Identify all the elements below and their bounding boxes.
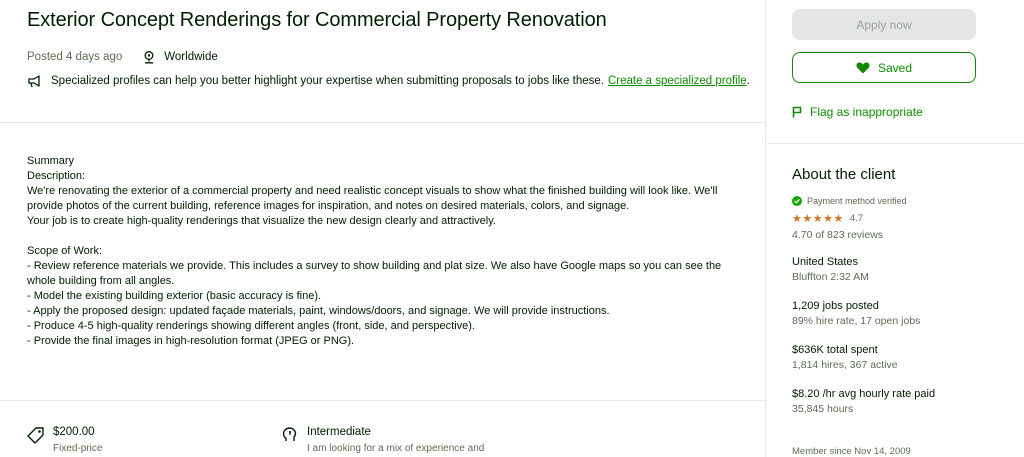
description-line: whole building from all angles. xyxy=(27,275,175,287)
experience-level: Intermediate I am looking for a mix of e… xyxy=(281,426,484,454)
price-tag-icon xyxy=(27,426,47,449)
heart-icon xyxy=(856,62,870,73)
description-line: - Model the existing building exterior (… xyxy=(27,290,322,302)
client-jobs: 1,209 jobs posted 89% hire rate, 17 open… xyxy=(792,300,920,327)
client-local-time: Bluffton 2:32 AM xyxy=(792,271,869,283)
section-divider xyxy=(0,400,766,401)
about-client-heading: About the client xyxy=(792,166,896,183)
location-label: Worldwide xyxy=(164,51,218,63)
payment-verified: Payment method verified xyxy=(792,196,907,206)
location: Worldwide xyxy=(142,50,218,64)
client-country: United States xyxy=(792,256,859,268)
brain-icon xyxy=(281,426,301,449)
hires-count: 1,814 hires, 367 active xyxy=(792,359,898,371)
client-location: United States Bluffton 2:32 AM xyxy=(792,256,869,283)
rating-value: 4.7 xyxy=(849,213,864,224)
flag-icon xyxy=(792,106,802,118)
sidebar-divider xyxy=(767,143,1024,144)
megaphone-icon xyxy=(28,75,40,88)
description-line: Description: xyxy=(27,170,86,182)
description-line: - Apply the proposed design: updated faç… xyxy=(27,305,610,317)
job-details-panel: Exterior Concept Renderings for Commerci… xyxy=(0,0,766,457)
level-value: Intermediate xyxy=(307,426,371,438)
job-sidebar: Apply now Saved Flag as inappropriate Ab… xyxy=(767,0,1024,457)
jobs-posted: 1,209 jobs posted xyxy=(792,300,879,312)
description-line: - Provide the final images in high-resol… xyxy=(27,335,355,347)
description-line: provide photos of the current building, … xyxy=(27,200,630,212)
payment-label: Payment method verified xyxy=(807,196,907,206)
flag-inappropriate-link[interactable]: Flag as inappropriate xyxy=(792,105,923,119)
verified-check-icon xyxy=(792,196,802,206)
rating-stars-icon: ★★★★★ xyxy=(792,213,844,225)
member-since: Member since Nov 14, 2009 xyxy=(792,446,911,457)
budget-info: $200.00 Fixed-price xyxy=(27,426,102,454)
job-description: Summary Description: We're renovating th… xyxy=(27,154,747,349)
level-description: I am looking for a mix of experience and xyxy=(307,443,485,454)
budget-amount: $200.00 xyxy=(53,426,95,438)
job-title: Exterior Concept Renderings for Commerci… xyxy=(27,9,607,31)
reviews-count: 4.70 of 823 reviews xyxy=(792,229,884,241)
saved-button[interactable]: Saved xyxy=(792,52,976,83)
client-rating: ★★★★★ 4.7 xyxy=(792,212,863,225)
location-pin-icon xyxy=(144,51,154,64)
total-spent: $636K total spent xyxy=(792,344,878,356)
saved-label: Saved xyxy=(877,60,913,75)
avg-hourly-rate: $8.20 /hr avg hourly rate paid xyxy=(792,388,936,400)
hours-billed: 35,845 hours xyxy=(792,403,854,415)
client-hourly: $8.20 /hr avg hourly rate paid 35,845 ho… xyxy=(792,388,935,415)
tip-period: . xyxy=(746,75,750,87)
description-line: - Produce 4-5 high-quality renderings sh… xyxy=(27,320,475,332)
description-line: We're renovating the exterior of a comme… xyxy=(27,185,718,197)
specialized-profile-tip: Specialized profiles can help you better… xyxy=(27,74,750,88)
create-specialized-profile-link[interactable]: Create a specialized profile xyxy=(608,75,747,87)
section-divider xyxy=(0,122,766,123)
client-spend: $636K total spent 1,814 hires, 367 activ… xyxy=(792,344,898,371)
job-meta: Posted 4 days ago Worldwide xyxy=(27,50,218,64)
tip-text: Specialized profiles can help you better… xyxy=(51,75,604,87)
description-line: Summary xyxy=(27,155,75,167)
description-line: Scope of Work: xyxy=(27,245,102,257)
flag-label: Flag as inappropriate xyxy=(810,105,923,119)
apply-now-button[interactable]: Apply now xyxy=(792,9,976,40)
description-line: Your job is to create high-quality rende… xyxy=(27,215,496,227)
hire-rate: 89% hire rate, 17 open jobs xyxy=(792,315,921,327)
posted-date: Posted 4 days ago xyxy=(27,51,123,63)
budget-type: Fixed-price xyxy=(53,443,103,454)
description-line: - Review reference materials we provide.… xyxy=(27,260,722,272)
